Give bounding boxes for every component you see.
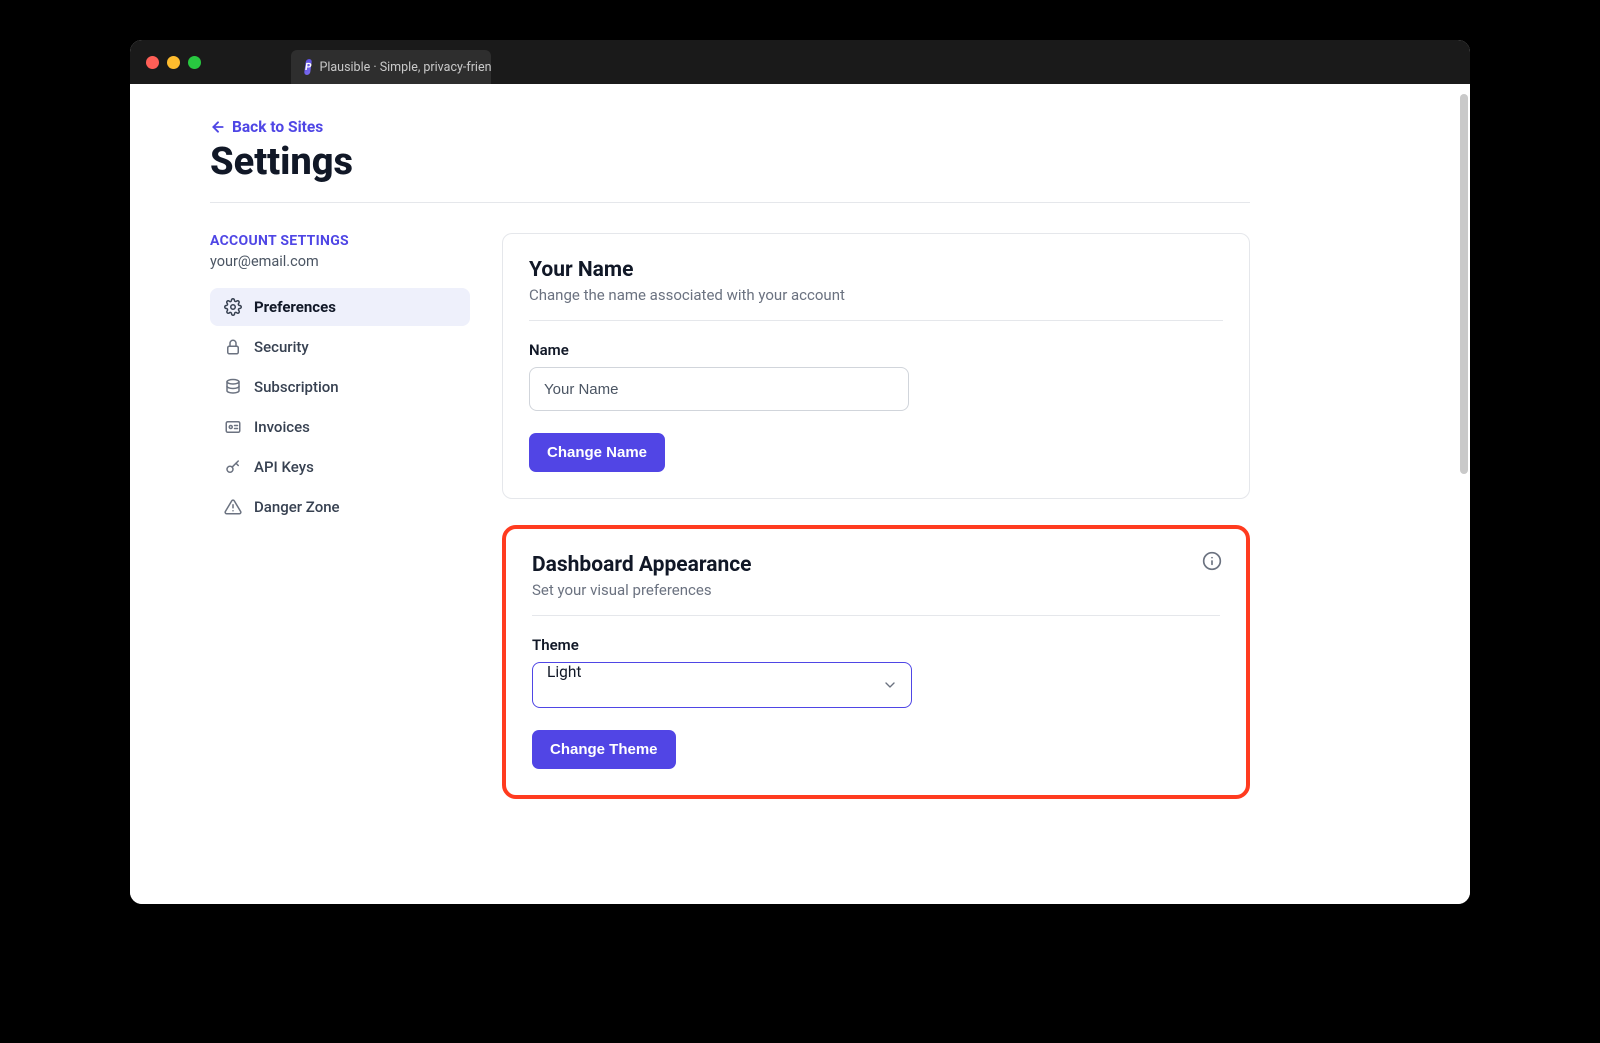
sidebar-item-security[interactable]: Security xyxy=(210,328,470,366)
your-name-card: Your Name Change the name associated wit… xyxy=(502,233,1250,499)
sidebar-item-label: Subscription xyxy=(254,378,339,396)
tab-title: Plausible · Simple, privacy-frien xyxy=(319,60,491,75)
divider xyxy=(210,202,1250,203)
sidebar-item-subscription[interactable]: Subscription xyxy=(210,368,470,406)
sidebar-item-label: Danger Zone xyxy=(254,498,340,516)
card-description: Change the name associated with your acc… xyxy=(529,286,1223,304)
sidebar-item-api-keys[interactable]: API Keys xyxy=(210,448,470,486)
database-icon xyxy=(224,378,242,396)
dashboard-appearance-card: Dashboard Appearance Set your visual pre… xyxy=(502,525,1250,799)
sidebar-email: your@email.com xyxy=(210,253,470,270)
receipt-icon xyxy=(224,418,242,436)
warning-icon xyxy=(224,498,242,516)
page-title: Settings xyxy=(210,140,1250,184)
back-link-label: Back to Sites xyxy=(232,118,323,136)
change-theme-button[interactable]: Change Theme xyxy=(532,730,676,769)
sidebar-heading: ACCOUNT SETTINGS xyxy=(210,233,470,249)
back-to-sites-link[interactable]: Back to Sites xyxy=(210,118,323,136)
name-input[interactable] xyxy=(529,367,909,411)
sidebar-item-label: API Keys xyxy=(254,458,314,476)
card-title: Dashboard Appearance xyxy=(532,553,1220,577)
lock-icon xyxy=(224,338,242,356)
sidebar-item-label: Security xyxy=(254,338,309,356)
titlebar: P Plausible · Simple, privacy-frien xyxy=(130,40,1470,84)
browser-tab[interactable]: P Plausible · Simple, privacy-frien xyxy=(291,50,491,84)
plausible-favicon-icon: P xyxy=(304,59,313,75)
maximize-window-button[interactable] xyxy=(188,56,201,69)
divider xyxy=(532,615,1220,616)
arrow-left-icon xyxy=(210,119,226,135)
divider xyxy=(529,320,1223,321)
sidebar-item-label: Preferences xyxy=(254,298,336,316)
theme-field-label: Theme xyxy=(532,636,1220,654)
info-icon[interactable] xyxy=(1202,551,1222,571)
card-title: Your Name xyxy=(529,258,1223,282)
close-window-button[interactable] xyxy=(146,56,159,69)
sidebar-item-preferences[interactable]: Preferences xyxy=(210,288,470,326)
key-icon xyxy=(224,458,242,476)
scrollbar[interactable] xyxy=(1460,94,1468,474)
gear-icon xyxy=(224,298,242,316)
sidebar-item-invoices[interactable]: Invoices xyxy=(210,408,470,446)
change-name-button[interactable]: Change Name xyxy=(529,433,665,472)
app-window: P Plausible · Simple, privacy-frien Back… xyxy=(130,40,1470,904)
minimize-window-button[interactable] xyxy=(167,56,180,69)
sidebar-item-danger-zone[interactable]: Danger Zone xyxy=(210,488,470,526)
sidebar-item-label: Invoices xyxy=(254,418,310,436)
card-description: Set your visual preferences xyxy=(532,581,1220,599)
sidebar: ACCOUNT SETTINGS your@email.com Preferen… xyxy=(210,233,470,799)
theme-select[interactable]: Light xyxy=(532,662,912,708)
name-field-label: Name xyxy=(529,341,1223,359)
window-controls xyxy=(146,56,201,69)
